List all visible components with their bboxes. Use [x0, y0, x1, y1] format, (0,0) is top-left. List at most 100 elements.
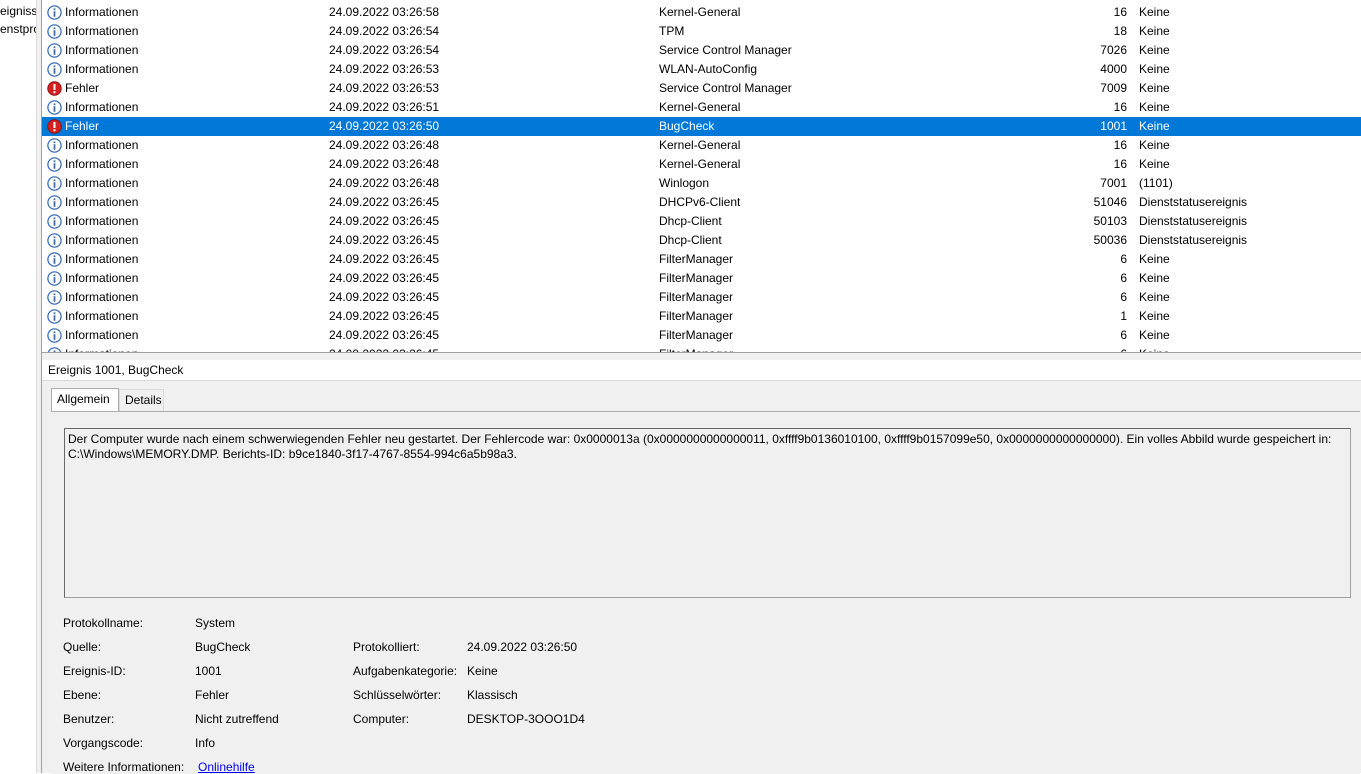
event-level: Informationen — [65, 62, 139, 76]
event-row[interactable]: Informationen 24.09.2022 03:26:45 FilterMa… — [42, 250, 1361, 269]
event-level: Informationen — [65, 309, 139, 323]
event-detail-title: Ereignis 1001, BugCheck — [42, 360, 1361, 381]
event-row[interactable]: Informationen 24.09.2022 03:26:45 FilterMa… — [42, 269, 1361, 288]
event-date: 24.09.2022 03:26:54 — [329, 43, 440, 57]
info-icon — [47, 309, 62, 324]
event-task-category: Keine — [1139, 24, 1170, 38]
event-level: Fehler — [65, 119, 100, 133]
info-icon — [47, 290, 62, 305]
event-id: 6 — [1120, 271, 1127, 285]
event-row[interactable]: Informationen 24.09.2022 03:26:45 DHCPv6-C… — [42, 193, 1361, 212]
event-task-category: Dienststatusereignis — [1139, 195, 1248, 209]
event-date: 24.09.2022 03:26:45 — [329, 345, 439, 352]
event-row[interactable]: Informationen 24.09.2022 03:26:45 FilterMa… — [42, 288, 1361, 307]
event-task-category: Keine — [1139, 5, 1170, 19]
computer-label: Computer: — [353, 712, 410, 726]
event-id: 50036 — [1093, 233, 1127, 247]
event-task-category: Keine — [1139, 62, 1170, 76]
event-row[interactable]: Informationen 24.09.2022 03:26:58 Kernel-G… — [42, 3, 1361, 22]
event-row[interactable]: Informationen 24.09.2022 03:26:45 FilterMa… — [42, 345, 1361, 352]
event-date: 24.09.2022 03:26:45 — [329, 290, 440, 304]
event-id: 51046 — [1093, 195, 1127, 209]
event-task-category: Keine — [1139, 157, 1170, 171]
event-date: 24.09.2022 03:26:58 — [329, 5, 440, 19]
tree-item-services[interactable]: enstpro — [0, 20, 36, 38]
event-task-category: Keine — [1139, 345, 1170, 352]
event-row[interactable]: Informationen 24.09.2022 03:26:53 WLAN-Aut… — [42, 60, 1361, 79]
info-icon — [47, 100, 62, 115]
event-id: 1 — [1120, 309, 1127, 323]
event-id: 6 — [1120, 252, 1127, 266]
event-source: Kernel-General — [659, 138, 741, 152]
info-icon — [47, 176, 62, 191]
info-icon — [47, 214, 62, 229]
tab-general[interactable]: Allgemein — [51, 388, 119, 412]
keywords-value: Klassisch — [467, 688, 518, 702]
event-level: Informationen — [65, 214, 139, 228]
event-source: Service Control Manager — [659, 43, 792, 57]
error-icon — [47, 81, 62, 96]
event-source: DHCPv6-Client — [659, 195, 741, 209]
event-source: Kernel-General — [659, 100, 741, 114]
event-source: TPM — [659, 24, 685, 38]
event-row[interactable]: Fehler 24.09.2022 03:26:50 BugCheck 1001 Kei… — [42, 117, 1361, 136]
event-row[interactable]: Informationen 24.09.2022 03:26:48 Kernel-G… — [42, 155, 1361, 174]
event-id: 18 — [1113, 24, 1127, 38]
task-category-label: Aufgabenkategorie: — [353, 664, 458, 678]
event-id-label: Ereignis-ID: — [63, 664, 126, 678]
event-row[interactable]: Informationen 24.09.2022 03:26:54 Service … — [42, 41, 1361, 60]
online-help-link[interactable]: Onlinehilfe — [198, 760, 255, 774]
event-task-category: Keine — [1139, 290, 1170, 304]
event-id: 16 — [1113, 138, 1127, 152]
event-source: Dhcp-Client — [659, 233, 722, 247]
event-source: Kernel-General — [659, 157, 741, 171]
event-row[interactable]: Informationen 24.09.2022 03:26:48 Kernel-G… — [42, 136, 1361, 155]
user-value: Nicht zutreffend — [195, 712, 279, 726]
event-row[interactable]: Informationen 24.09.2022 03:26:51 Kernel-G… — [42, 98, 1361, 117]
event-row[interactable]: Informationen 24.09.2022 03:26:54 TPM 18 Kei… — [42, 22, 1361, 41]
task-category-value: Keine — [467, 664, 498, 678]
event-source: FilterManager — [659, 309, 734, 323]
event-row[interactable]: Fehler 24.09.2022 03:26:53 Service Control… — [42, 79, 1361, 98]
event-id: 7026 — [1100, 43, 1127, 57]
horizontal-splitter[interactable] — [42, 352, 1361, 360]
event-date: 24.09.2022 03:26:48 — [329, 157, 440, 171]
info-icon — [47, 252, 62, 267]
event-id: 4000 — [1100, 62, 1127, 76]
logged-value: 24.09.2022 03:26:50 — [467, 640, 578, 654]
event-row[interactable]: Informationen 24.09.2022 03:26:45 FilterMa… — [42, 326, 1361, 345]
event-date: 24.09.2022 03:26:48 — [329, 176, 440, 190]
event-level: Informationen — [65, 233, 139, 247]
event-source: FilterManager — [659, 252, 734, 266]
more-info-label: Weitere Informationen: — [63, 760, 185, 774]
event-level: Informationen — [65, 24, 139, 38]
event-level: Informationen — [65, 43, 139, 57]
event-level: Informationen — [65, 157, 139, 171]
user-label: Benutzer: — [63, 712, 115, 726]
event-date: 24.09.2022 03:26:45 — [329, 195, 440, 209]
event-level: Informationen — [65, 195, 139, 209]
opcode-label: Vorgangscode: — [63, 736, 144, 750]
source-value: BugCheck — [195, 640, 251, 654]
event-task-category: Keine — [1139, 309, 1170, 323]
event-row[interactable]: Informationen 24.09.2022 03:26:45 FilterMa… — [42, 307, 1361, 326]
event-source: Dhcp-Client — [659, 214, 722, 228]
event-level: Informationen — [65, 290, 139, 304]
source-label: Quelle: — [63, 640, 102, 654]
event-row[interactable]: Informationen 24.09.2022 03:26:45 Dhcp-Cli… — [42, 231, 1361, 250]
event-detail-pane: Ereignis 1001, BugCheck Allgemein Detail… — [42, 360, 1361, 774]
event-row[interactable]: Informationen 24.09.2022 03:26:45 Dhcp-Cli… — [42, 212, 1361, 231]
tab-details[interactable]: Details — [119, 389, 164, 411]
event-row[interactable]: Informationen 24.09.2022 03:26:48 Winlogon… — [42, 174, 1361, 193]
event-task-category: Keine — [1139, 138, 1170, 152]
event-level: Informationen — [65, 5, 139, 19]
opcode-value: Info — [195, 736, 216, 750]
event-level: Informationen — [65, 271, 139, 285]
info-icon — [47, 62, 62, 77]
event-id: 7001 — [1100, 176, 1127, 190]
info-icon — [47, 24, 62, 39]
level-label: Ebene: — [63, 688, 102, 702]
event-id-value: 1001 — [195, 664, 222, 678]
event-description[interactable]: Der Computer wurde nach einem schwerwieg… — [64, 428, 1351, 598]
tree-item-events[interactable]: eignisse — [0, 2, 36, 20]
